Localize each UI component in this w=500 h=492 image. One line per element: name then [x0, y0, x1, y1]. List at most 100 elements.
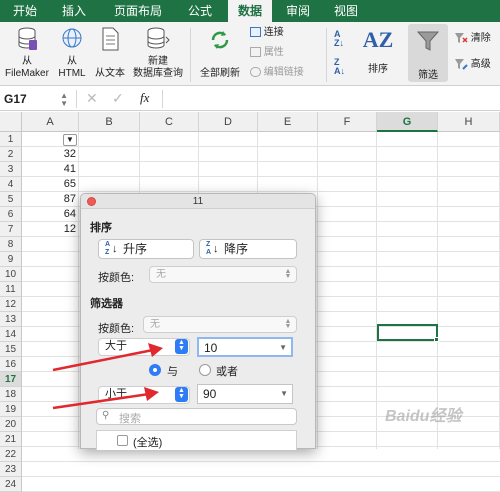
funnel-icon — [416, 31, 440, 51]
red-arrow-lower-icon — [52, 387, 159, 410]
row-header-9[interactable]: 9 — [0, 252, 22, 267]
condition1-value-input[interactable]: 10 ▼ — [197, 337, 293, 357]
advanced-label: 高级 — [470, 59, 491, 70]
edit-links-label: 编辑链接 — [263, 67, 304, 78]
filter-dropdown-icon[interactable]: ▼ — [63, 134, 77, 146]
row-header-1[interactable]: 1 — [0, 132, 22, 147]
row-header-16[interactable]: 16 — [0, 357, 22, 372]
row-header-23[interactable]: 23 — [0, 462, 22, 477]
column-header-f[interactable]: F — [318, 112, 377, 132]
new-db-query-label-1: 新建 — [148, 56, 168, 67]
sort-button[interactable]: AZ 排序 — [360, 28, 396, 76]
advanced-filter-button[interactable]: 高级 — [454, 58, 491, 72]
new-database-query-button[interactable]: 新建 数据库查询 — [132, 26, 184, 80]
confirm-icon[interactable]: ✓ — [112, 90, 124, 107]
cell-a2[interactable]: 32 — [22, 147, 76, 162]
cell-a3[interactable]: 41 — [22, 162, 76, 177]
tab-insert[interactable]: 插入 — [54, 0, 94, 22]
descending-label: 降序 — [224, 242, 249, 256]
row-header-12[interactable]: 12 — [0, 297, 22, 312]
tab-page-layout[interactable]: 页面布局 — [106, 0, 170, 22]
row-header-11[interactable]: 11 — [0, 282, 22, 297]
annotation-arrows — [52, 343, 163, 410]
sort-descending-button[interactable]: ZA ↓ 降序 — [199, 239, 297, 259]
function-icon[interactable]: fx — [140, 90, 149, 106]
column-header-b[interactable]: B — [79, 112, 140, 132]
row-header-5[interactable]: 5 — [0, 192, 22, 207]
row-header-19[interactable]: 19 — [0, 402, 22, 417]
name-box-stepper-icon[interactable]: ▲ ▼ — [60, 90, 68, 108]
select-all-checkbox[interactable] — [117, 435, 128, 446]
name-box-value: G17 — [4, 92, 27, 106]
row-header-21[interactable]: 21 — [0, 432, 22, 447]
sort-ascending-icon[interactable]: A Z↓ — [334, 30, 344, 48]
column-header-c[interactable]: C — [140, 112, 199, 132]
edit-links-button[interactable]: 编辑链接 — [250, 66, 304, 80]
row-header-20[interactable]: 20 — [0, 417, 22, 432]
row-header-3[interactable]: 3 — [0, 162, 22, 177]
row-header-17[interactable]: 17 — [0, 372, 22, 387]
cell-a6[interactable]: 64 — [22, 207, 76, 222]
row-header-14[interactable]: 14 — [0, 327, 22, 342]
from-html-button[interactable]: 从 HTML — [54, 26, 90, 80]
sort-descending-icon[interactable]: Z A↓ — [334, 58, 345, 76]
clear-filter-icon — [455, 33, 468, 44]
or-radio[interactable] — [199, 364, 211, 376]
clear-filter-button[interactable]: 清除 — [454, 32, 491, 46]
clear-label: 清除 — [470, 33, 491, 44]
row-header-15[interactable]: 15 — [0, 342, 22, 357]
column-header-h[interactable]: H — [438, 112, 500, 132]
properties-icon — [250, 47, 261, 58]
sort-az-icon: AZ — [362, 27, 394, 52]
condition2-value-input[interactable]: 90 ▼ — [197, 384, 293, 404]
row-header-8[interactable]: 8 — [0, 237, 22, 252]
formula-bar-separator — [162, 90, 163, 108]
row-header-24[interactable]: 24 — [0, 477, 22, 492]
tab-home[interactable]: 开始 — [4, 0, 46, 22]
column-header-d[interactable]: D — [199, 112, 258, 132]
tab-data[interactable]: 数据 — [228, 0, 272, 22]
row-header-7[interactable]: 7 — [0, 222, 22, 237]
row-header-4[interactable]: 4 — [0, 177, 22, 192]
column-header-a[interactable]: A — [22, 112, 79, 132]
cell-a4[interactable]: 65 — [22, 177, 76, 192]
fill-handle[interactable] — [434, 337, 439, 342]
connections-button[interactable]: 连接 — [250, 26, 284, 40]
ribbon-separator — [190, 28, 191, 82]
row-header-13[interactable]: 13 — [0, 312, 22, 327]
filter-section-title: 筛选器 — [90, 298, 123, 310]
cancel-icon[interactable]: ✕ — [86, 90, 98, 107]
column-header-g[interactable]: G — [377, 112, 438, 132]
filter-button[interactable]: 筛选 — [408, 24, 448, 82]
cell-a7[interactable]: 12 — [22, 222, 76, 237]
sort-ascending-button[interactable]: AZ ↓ 升序 — [98, 239, 194, 259]
dropdown-arrow-icon: ▼ — [279, 343, 287, 352]
refresh-all-label: 全部刷新 — [200, 68, 240, 79]
from-filemaker-button[interactable]: 从 FileMaker — [4, 26, 50, 80]
row-header-18[interactable]: 18 — [0, 387, 22, 402]
refresh-icon — [211, 31, 229, 49]
row-header-6[interactable]: 6 — [0, 207, 22, 222]
name-box[interactable]: G17 ▲ ▼ — [4, 90, 70, 108]
cell-a5[interactable]: 87 — [22, 192, 76, 207]
tab-review[interactable]: 审阅 — [278, 0, 318, 22]
tab-view[interactable]: 视图 — [326, 0, 366, 22]
row-gridline — [22, 161, 500, 162]
select-all-corner[interactable] — [0, 112, 22, 132]
from-html-label-1: 从 — [67, 56, 77, 67]
row-header-10[interactable]: 10 — [0, 267, 22, 282]
select-stepper-icon: ▲ ▼ — [284, 318, 292, 330]
close-icon[interactable] — [87, 197, 96, 206]
column-gridline — [317, 132, 318, 449]
column-header-e[interactable]: E — [258, 112, 318, 132]
column-gridline — [376, 132, 377, 449]
row-header-2[interactable]: 2 — [0, 147, 22, 162]
refresh-all-button[interactable]: 全部刷新 — [196, 28, 244, 80]
properties-button[interactable]: 属性 — [250, 46, 284, 60]
sort-by-color-select[interactable]: 无 ▲ ▼ — [149, 266, 297, 283]
from-text-button[interactable]: 从文本 — [90, 26, 130, 80]
tab-formulas[interactable]: 公式 — [180, 0, 220, 22]
formula-input[interactable] — [166, 90, 496, 108]
selected-cell-g17[interactable] — [377, 324, 438, 341]
row-header-22[interactable]: 22 — [0, 447, 22, 462]
